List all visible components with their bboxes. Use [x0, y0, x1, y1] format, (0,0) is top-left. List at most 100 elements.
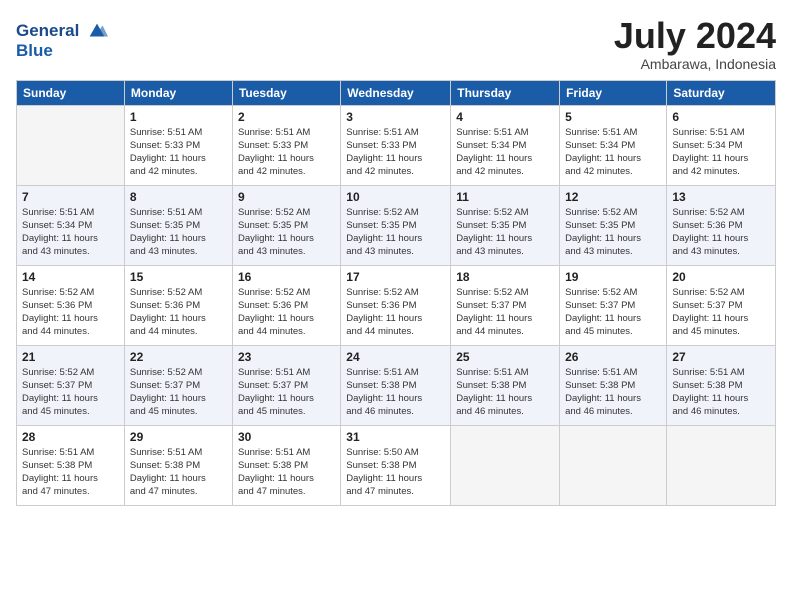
day-number: 14	[22, 270, 119, 284]
calendar-cell: 8 Sunrise: 5:51 AM Sunset: 5:35 PM Daylig…	[124, 185, 232, 265]
calendar-cell: 30 Sunrise: 5:51 AM Sunset: 5:38 PM Dayli…	[232, 425, 340, 505]
day-number: 29	[130, 430, 227, 444]
header-cell-monday: Monday	[124, 80, 232, 105]
calendar-cell: 10 Sunrise: 5:52 AM Sunset: 5:35 PM Dayli…	[341, 185, 451, 265]
page-container: General Blue July 2024 Ambarawa, Indones…	[0, 0, 792, 514]
calendar-cell: 1 Sunrise: 5:51 AM Sunset: 5:33 PM Daylig…	[124, 105, 232, 185]
calendar-table: SundayMondayTuesdayWednesdayThursdayFrid…	[16, 80, 776, 506]
calendar-body: 1 Sunrise: 5:51 AM Sunset: 5:33 PM Daylig…	[17, 105, 776, 505]
day-info: Sunrise: 5:51 AM Sunset: 5:38 PM Dayligh…	[456, 366, 554, 419]
day-info: Sunrise: 5:51 AM Sunset: 5:38 PM Dayligh…	[22, 446, 119, 499]
day-info: Sunrise: 5:50 AM Sunset: 5:38 PM Dayligh…	[346, 446, 445, 499]
day-info: Sunrise: 5:51 AM Sunset: 5:38 PM Dayligh…	[130, 446, 227, 499]
logo-icon	[86, 20, 108, 42]
day-number: 23	[238, 350, 335, 364]
calendar-cell: 7Sunrise: 5:51 AM Sunset: 5:34 PM Daylig…	[17, 185, 125, 265]
calendar-cell	[451, 425, 560, 505]
day-number: 9	[238, 190, 335, 204]
day-number: 1	[130, 110, 227, 124]
day-number: 13	[672, 190, 770, 204]
calendar-cell: 3Sunrise: 5:51 AM Sunset: 5:33 PM Daylig…	[341, 105, 451, 185]
calendar-cell: 15 Sunrise: 5:52 AM Sunset: 5:36 PM Dayli…	[124, 265, 232, 345]
month-title: July 2024	[614, 16, 776, 56]
day-info: Sunrise: 5:51 AM Sunset: 5:34 PM Dayligh…	[456, 126, 554, 179]
calendar-cell: 28 Sunrise: 5:51 AM Sunset: 5:38 PM Dayli…	[17, 425, 125, 505]
calendar-cell	[560, 425, 667, 505]
day-info: Sunrise: 5:51 AM Sunset: 5:38 PM Dayligh…	[672, 366, 770, 419]
calendar-cell: 27Sunrise: 5:51 AM Sunset: 5:38 PM Dayli…	[667, 345, 776, 425]
calendar-cell: 20Sunrise: 5:52 AM Sunset: 5:37 PM Dayli…	[667, 265, 776, 345]
calendar-header-row: SundayMondayTuesdayWednesdayThursdayFrid…	[17, 80, 776, 105]
calendar-cell: 18Sunrise: 5:52 AM Sunset: 5:37 PM Dayli…	[451, 265, 560, 345]
day-number: 26	[565, 350, 661, 364]
calendar-cell: 16 Sunrise: 5:52 AM Sunset: 5:36 PM Dayli…	[232, 265, 340, 345]
calendar-cell: 22Sunrise: 5:52 AM Sunset: 5:37 PM Dayli…	[124, 345, 232, 425]
logo: General Blue	[16, 20, 108, 59]
day-number: 10	[346, 190, 445, 204]
logo-text: General	[16, 20, 108, 42]
day-number: 3	[346, 110, 445, 124]
calendar-week-row: 28 Sunrise: 5:51 AM Sunset: 5:38 PM Dayli…	[17, 425, 776, 505]
calendar-cell: 9 Sunrise: 5:52 AM Sunset: 5:35 PM Daylig…	[232, 185, 340, 265]
day-info: Sunrise: 5:52 AM Sunset: 5:35 PM Dayligh…	[238, 206, 335, 259]
day-info: Sunrise: 5:51 AM Sunset: 5:35 PM Dayligh…	[130, 206, 227, 259]
logo-blue: Blue	[16, 42, 108, 59]
calendar-cell: 21 Sunrise: 5:52 AM Sunset: 5:37 PM Dayli…	[17, 345, 125, 425]
day-info: Sunrise: 5:52 AM Sunset: 5:35 PM Dayligh…	[346, 206, 445, 259]
day-number: 16	[238, 270, 335, 284]
calendar-cell: 25Sunrise: 5:51 AM Sunset: 5:38 PM Dayli…	[451, 345, 560, 425]
day-number: 24	[346, 350, 445, 364]
subtitle: Ambarawa, Indonesia	[614, 56, 776, 72]
day-info: Sunrise: 5:52 AM Sunset: 5:37 PM Dayligh…	[130, 366, 227, 419]
day-info: Sunrise: 5:51 AM Sunset: 5:38 PM Dayligh…	[238, 446, 335, 499]
calendar-week-row: 21 Sunrise: 5:52 AM Sunset: 5:37 PM Dayli…	[17, 345, 776, 425]
day-info: Sunrise: 5:51 AM Sunset: 5:33 PM Dayligh…	[130, 126, 227, 179]
header-cell-tuesday: Tuesday	[232, 80, 340, 105]
calendar-week-row: 7Sunrise: 5:51 AM Sunset: 5:34 PM Daylig…	[17, 185, 776, 265]
day-info: Sunrise: 5:52 AM Sunset: 5:35 PM Dayligh…	[565, 206, 661, 259]
calendar-cell: 4Sunrise: 5:51 AM Sunset: 5:34 PM Daylig…	[451, 105, 560, 185]
day-number: 17	[346, 270, 445, 284]
day-info: Sunrise: 5:51 AM Sunset: 5:34 PM Dayligh…	[672, 126, 770, 179]
calendar-cell: 6 Sunrise: 5:51 AM Sunset: 5:34 PM Daylig…	[667, 105, 776, 185]
calendar-cell: 5Sunrise: 5:51 AM Sunset: 5:34 PM Daylig…	[560, 105, 667, 185]
day-info: Sunrise: 5:52 AM Sunset: 5:36 PM Dayligh…	[238, 286, 335, 339]
day-number: 28	[22, 430, 119, 444]
header-cell-wednesday: Wednesday	[341, 80, 451, 105]
calendar-week-row: 14 Sunrise: 5:52 AM Sunset: 5:36 PM Dayli…	[17, 265, 776, 345]
calendar-cell: 13 Sunrise: 5:52 AM Sunset: 5:36 PM Dayli…	[667, 185, 776, 265]
day-number: 8	[130, 190, 227, 204]
header-cell-thursday: Thursday	[451, 80, 560, 105]
day-info: Sunrise: 5:52 AM Sunset: 5:37 PM Dayligh…	[22, 366, 119, 419]
day-info: Sunrise: 5:52 AM Sunset: 5:36 PM Dayligh…	[672, 206, 770, 259]
calendar-week-row: 1 Sunrise: 5:51 AM Sunset: 5:33 PM Daylig…	[17, 105, 776, 185]
day-number: 21	[22, 350, 119, 364]
day-number: 12	[565, 190, 661, 204]
day-info: Sunrise: 5:51 AM Sunset: 5:37 PM Dayligh…	[238, 366, 335, 419]
day-info: Sunrise: 5:52 AM Sunset: 5:36 PM Dayligh…	[346, 286, 445, 339]
day-number: 20	[672, 270, 770, 284]
calendar-cell: 31 Sunrise: 5:50 AM Sunset: 5:38 PM Dayli…	[341, 425, 451, 505]
day-number: 31	[346, 430, 445, 444]
day-info: Sunrise: 5:52 AM Sunset: 5:36 PM Dayligh…	[130, 286, 227, 339]
header-cell-friday: Friday	[560, 80, 667, 105]
calendar-cell: 12 Sunrise: 5:52 AM Sunset: 5:35 PM Dayli…	[560, 185, 667, 265]
calendar-cell: 2Sunrise: 5:51 AM Sunset: 5:33 PM Daylig…	[232, 105, 340, 185]
calendar-cell: 19Sunrise: 5:52 AM Sunset: 5:37 PM Dayli…	[560, 265, 667, 345]
calendar-cell: 14 Sunrise: 5:52 AM Sunset: 5:36 PM Dayli…	[17, 265, 125, 345]
day-info: Sunrise: 5:52 AM Sunset: 5:35 PM Dayligh…	[456, 206, 554, 259]
day-info: Sunrise: 5:51 AM Sunset: 5:38 PM Dayligh…	[565, 366, 661, 419]
day-info: Sunrise: 5:52 AM Sunset: 5:36 PM Dayligh…	[22, 286, 119, 339]
day-info: Sunrise: 5:51 AM Sunset: 5:34 PM Dayligh…	[22, 206, 119, 259]
day-number: 15	[130, 270, 227, 284]
calendar-cell: 26 Sunrise: 5:51 AM Sunset: 5:38 PM Dayli…	[560, 345, 667, 425]
day-info: Sunrise: 5:51 AM Sunset: 5:33 PM Dayligh…	[238, 126, 335, 179]
header-cell-saturday: Saturday	[667, 80, 776, 105]
day-info: Sunrise: 5:52 AM Sunset: 5:37 PM Dayligh…	[456, 286, 554, 339]
day-number: 19	[565, 270, 661, 284]
day-number: 6	[672, 110, 770, 124]
calendar-cell: 29 Sunrise: 5:51 AM Sunset: 5:38 PM Dayli…	[124, 425, 232, 505]
day-number: 30	[238, 430, 335, 444]
day-number: 11	[456, 190, 554, 204]
day-number: 5	[565, 110, 661, 124]
